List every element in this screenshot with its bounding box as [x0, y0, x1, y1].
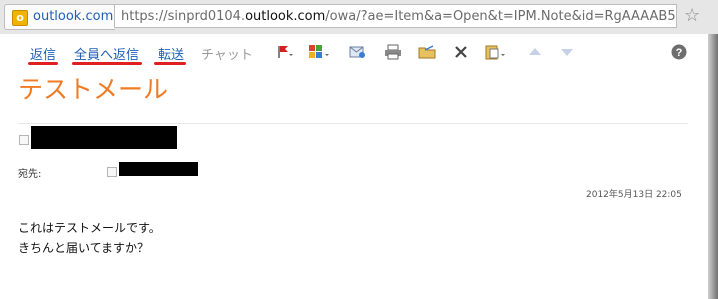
message-pane: 返信 全員へ返信 転送 チャット ? テストメール 宛先: 2012年5月13日…: [0, 34, 708, 299]
message-toolbar: 返信 全員へ返信 転送 チャット ?: [18, 40, 688, 65]
outlook-favicon-icon: o: [12, 10, 28, 26]
down-icon[interactable]: [558, 44, 576, 60]
bookmark-star-icon[interactable]: ☆: [684, 5, 700, 26]
sender-presence-icon: [19, 135, 29, 145]
delete-icon[interactable]: [452, 44, 470, 60]
body-line-1: これはテストメールです。: [18, 221, 161, 235]
chat-button[interactable]: チャット: [201, 44, 253, 63]
reply-underline-mark: [28, 62, 58, 65]
header-divider: [18, 123, 688, 124]
url-suffix: /owa/?ae=Item&a=Open&t=IPM.Note&id=RgAAA…: [325, 9, 676, 24]
site-identity-chip[interactable]: o outlook.com: [4, 4, 115, 30]
recipient-redaction: [119, 162, 198, 176]
help-icon[interactable]: ?: [670, 44, 688, 60]
url-prefix: https://sinprd0104.: [121, 9, 246, 24]
print-icon[interactable]: [384, 44, 402, 60]
up-icon[interactable]: [526, 44, 544, 60]
categories-icon[interactable]: [308, 44, 332, 60]
to-label: 宛先:: [18, 169, 42, 180]
svg-text:?: ?: [676, 47, 683, 59]
flag-icon[interactable]: [275, 44, 293, 60]
reply-all-button[interactable]: 全員へ返信: [74, 44, 139, 63]
forward-underline-mark: [154, 62, 186, 65]
move-icon[interactable]: [348, 44, 366, 60]
reply-all-underline-mark: [72, 62, 142, 65]
paste-icon[interactable]: [484, 44, 508, 60]
body-line-2: きちんと届いてますか？: [18, 241, 150, 255]
message-subject: テストメール: [18, 75, 169, 104]
reply-button[interactable]: 返信: [30, 44, 56, 63]
message-date: 2012年5月13日 22:05: [586, 190, 682, 200]
open-folder-icon[interactable]: [418, 44, 436, 60]
sender-redaction: [31, 126, 177, 149]
site-domain: outlook.com: [33, 9, 114, 24]
url-host: outlook.com: [245, 9, 326, 24]
url-field[interactable]: https://sinprd0104.outlook.com/owa/?ae=I…: [114, 4, 677, 28]
browser-address-bar: o outlook.com https://sinprd0104.outlook…: [0, 0, 718, 35]
forward-button[interactable]: 転送: [158, 44, 184, 63]
recipient-presence-icon: [107, 167, 117, 177]
